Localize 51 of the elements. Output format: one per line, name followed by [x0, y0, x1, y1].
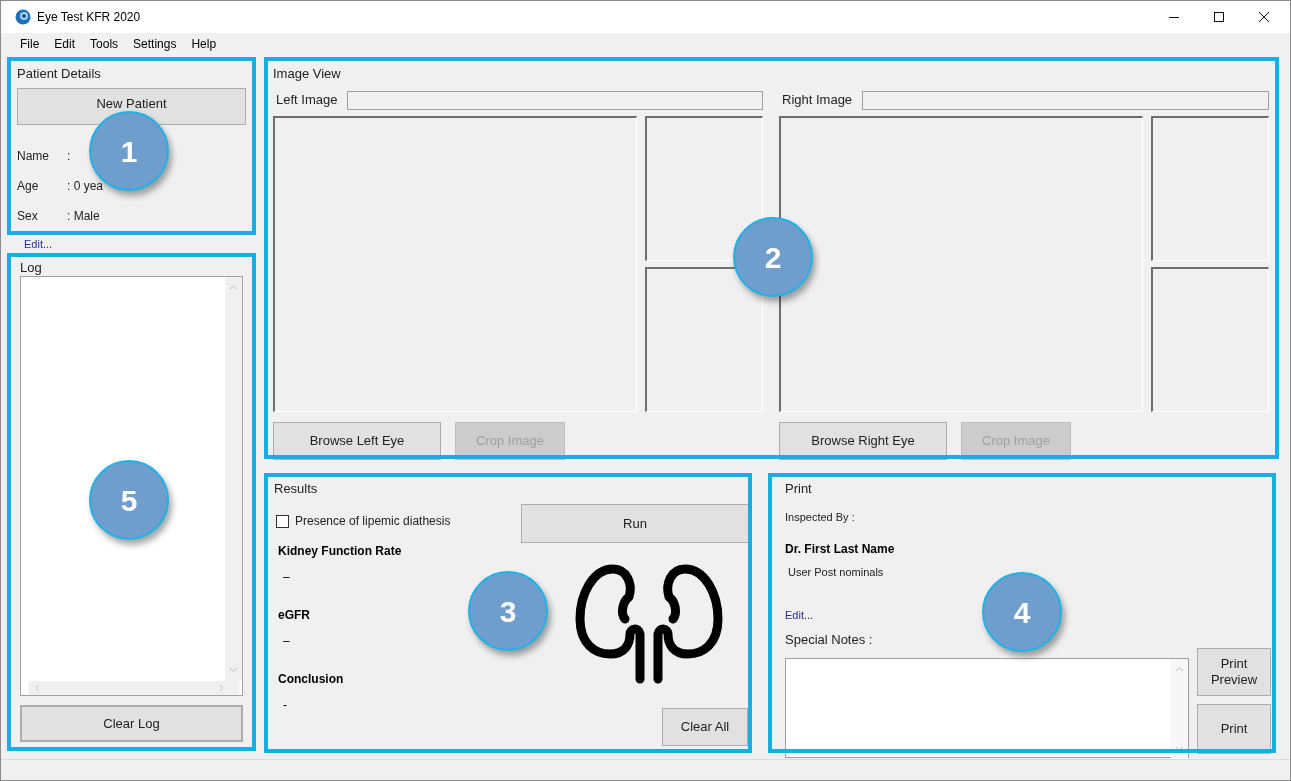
checkbox-label: Presence of lipemic diathesis	[295, 513, 451, 530]
print-preview-button[interactable]: Print Preview	[1197, 647, 1271, 696]
file-path-field[interactable]	[862, 90, 1269, 110]
callout-badge: 3	[468, 571, 548, 651]
metric-value: –	[283, 569, 290, 586]
callout-badge: 4	[982, 572, 1062, 652]
group-title: Log	[20, 261, 43, 274]
special-notes-field[interactable]	[785, 657, 1189, 758]
edit-link[interactable]: Edit...	[24, 235, 53, 253]
metric-label: Kidney Function Rate	[278, 543, 402, 560]
file-path-field[interactable]	[347, 90, 763, 110]
callout-badge: 2	[733, 217, 813, 297]
image-label: Right Image	[782, 91, 853, 110]
group-title: Print	[785, 482, 813, 495]
print-button[interactable]: Print	[1197, 703, 1271, 754]
post-nominals: User Post nominals	[788, 564, 884, 580]
menu-item[interactable]: Help	[184, 35, 224, 53]
menu-item[interactable]: Tools	[83, 35, 126, 53]
clear-all-button[interactable]: Clear All	[662, 708, 748, 746]
checkbox[interactable]	[276, 514, 289, 528]
group-title: Image View	[273, 67, 342, 80]
vertical-scrollbar[interactable]	[1171, 658, 1188, 759]
doctor-name: Dr. First Last Name	[785, 540, 895, 558]
field-label: Name	[17, 148, 50, 165]
field-value: :	[67, 148, 71, 165]
metric-value: -	[283, 697, 287, 714]
field-value: : Male	[67, 208, 100, 225]
close-icon[interactable]	[1258, 11, 1270, 23]
clear-log-button[interactable]: Clear Log	[20, 705, 243, 742]
group-title: Results	[274, 482, 319, 495]
run-button[interactable]: Run	[521, 504, 749, 543]
window-title: Eye Test KFR 2020	[37, 9, 141, 26]
metric-label: eGFR	[278, 607, 310, 624]
edit-link[interactable]: Edit...	[785, 609, 814, 621]
group-title: Patient Details	[17, 66, 101, 81]
inspected-by-label: Inspected By :	[785, 510, 855, 525]
menu-item[interactable]: Settings	[126, 35, 184, 53]
vertical-scrollbar[interactable]	[225, 277, 242, 681]
image-label: Left Image	[276, 91, 338, 110]
maximize-icon[interactable]	[1213, 11, 1225, 23]
field-label: Age	[17, 178, 40, 195]
app-logo-icon	[15, 9, 31, 25]
menu-item[interactable]: Edit	[47, 35, 83, 53]
kidneys-icon	[575, 564, 723, 684]
metric-label: Conclusion	[278, 671, 344, 688]
menu-item[interactable]: File	[13, 35, 47, 53]
new-patient-button[interactable]: New Patient	[17, 88, 246, 125]
field-label: Sex	[17, 208, 39, 225]
metric-value: –	[283, 633, 290, 650]
special-notes-label: Special Notes :	[785, 631, 873, 649]
field-value: : 0 yea	[67, 178, 104, 195]
